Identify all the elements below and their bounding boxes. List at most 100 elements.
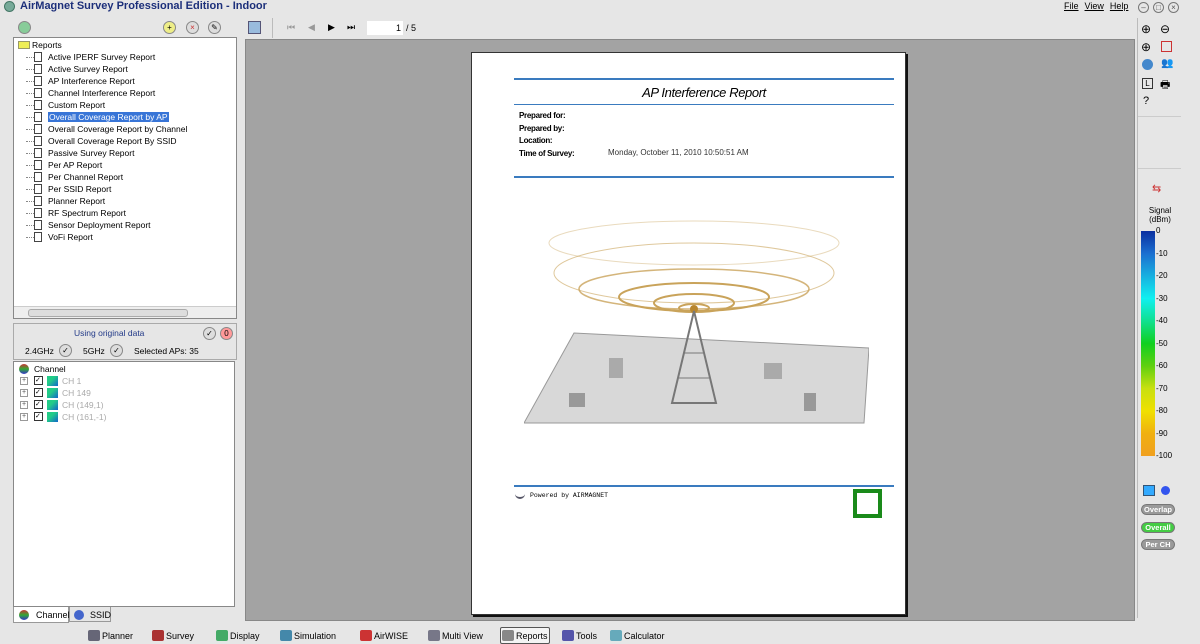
- channel-root[interactable]: Channel: [14, 363, 234, 375]
- taskbar-label: Reports: [516, 631, 548, 641]
- channel-checkbox[interactable]: ✓: [34, 388, 43, 397]
- report-item[interactable]: Overall Coverage Report by AP: [14, 111, 236, 123]
- report-item[interactable]: Overall Coverage Report by Channel: [14, 123, 236, 135]
- report-item[interactable]: Overall Coverage Report By SSID: [14, 135, 236, 147]
- per-ch-button[interactable]: Per CH: [1141, 539, 1175, 550]
- tower-illustration: [524, 213, 869, 428]
- page-number-input[interactable]: 1: [367, 21, 403, 35]
- info-icon[interactable]: [1142, 59, 1153, 70]
- channel-checkbox[interactable]: ✓: [34, 376, 43, 385]
- tree-line: [26, 105, 34, 106]
- horizontal-scrollbar[interactable]: [14, 306, 236, 318]
- report-item[interactable]: Planner Report: [14, 195, 236, 207]
- taskbar-calculator[interactable]: Calculator: [610, 630, 665, 641]
- reports-icon: [502, 630, 514, 641]
- report-item[interactable]: Active IPERF Survey Report: [14, 51, 236, 63]
- band-24-checkbox[interactable]: ✓: [59, 344, 72, 357]
- expand-icon[interactable]: +: [20, 413, 28, 421]
- report-item[interactable]: Active Survey Report: [14, 63, 236, 75]
- report-item[interactable]: Per SSID Report: [14, 183, 236, 195]
- report-item-label: Active IPERF Survey Report: [48, 52, 155, 62]
- help-icon[interactable]: ?: [1143, 95, 1149, 107]
- prev-page-icon[interactable]: ◀: [308, 22, 315, 33]
- tree-line: [26, 153, 34, 154]
- apply-filter-icon[interactable]: ✓: [203, 327, 216, 340]
- taskbar-simulation[interactable]: Simulation: [280, 630, 336, 641]
- last-page-icon[interactable]: ⏭: [347, 22, 355, 33]
- report-item-label: Active Survey Report: [48, 64, 128, 74]
- document-icon: [34, 160, 42, 170]
- legend-icon[interactable]: L: [1142, 78, 1153, 89]
- taskbar-planner[interactable]: Planner: [88, 630, 133, 641]
- channel-label: CH (161,-1): [62, 412, 106, 422]
- document-icon: [34, 148, 42, 158]
- export-icon[interactable]: [248, 21, 261, 34]
- report-field: Prepared by:: [519, 123, 879, 136]
- zoom-fit-icon[interactable]: ⊕: [1141, 40, 1151, 54]
- tree-line: [26, 201, 34, 202]
- zoom-in-icon[interactable]: ⊕: [1141, 22, 1151, 36]
- expand-icon[interactable]: +: [20, 389, 28, 397]
- planner-icon: [88, 630, 100, 641]
- channel-signal-icon: [47, 376, 58, 386]
- refresh-icon[interactable]: [1161, 41, 1172, 52]
- edit-report-icon[interactable]: ✎: [208, 21, 221, 34]
- overall-button[interactable]: Overall: [1141, 522, 1175, 533]
- close-button[interactable]: ×: [1168, 2, 1179, 13]
- channel-tab-icon: [19, 610, 29, 620]
- reports-root[interactable]: Reports: [14, 39, 236, 51]
- expand-icon[interactable]: +: [20, 401, 28, 409]
- maximize-button[interactable]: □: [1153, 2, 1164, 13]
- taskbar-display[interactable]: Display: [216, 630, 260, 641]
- report-item[interactable]: Passive Survey Report: [14, 147, 236, 159]
- menu-view[interactable]: View: [1085, 1, 1104, 11]
- band-24-label: 2.4GHz: [25, 346, 54, 356]
- swap-icon[interactable]: ⇆: [1152, 182, 1161, 195]
- report-item[interactable]: VoFi Report: [14, 231, 236, 243]
- field-label: Time of Survey:: [519, 149, 574, 158]
- channel-item[interactable]: +✓CH (149,1): [14, 399, 234, 411]
- taskbar-multi-view[interactable]: Multi View: [428, 630, 483, 641]
- report-item[interactable]: Channel Interference Report: [14, 87, 236, 99]
- report-item[interactable]: Sensor Deployment Report: [14, 219, 236, 231]
- channel-item[interactable]: + ✓ CH (161,-1): [14, 411, 234, 423]
- report-item[interactable]: Custom Report: [14, 99, 236, 111]
- report-item-label: Passive Survey Report: [48, 148, 134, 158]
- report-field: Prepared for:: [519, 110, 879, 123]
- menu-file[interactable]: File: [1064, 1, 1079, 11]
- taskbar-airwise[interactable]: AirWISE: [360, 630, 408, 641]
- report-item[interactable]: AP Interference Report: [14, 75, 236, 87]
- document-icon: [34, 220, 42, 230]
- channel-checkbox[interactable]: ✓: [34, 412, 43, 421]
- channel-checkbox[interactable]: ✓: [34, 400, 43, 409]
- report-item[interactable]: Per AP Report: [14, 159, 236, 171]
- taskbar: Planner Survey Display Simulation AirWISE Mul…: [0, 626, 1200, 642]
- next-page-icon[interactable]: ▶: [328, 22, 335, 33]
- report-item[interactable]: RF Spectrum Report: [14, 207, 236, 219]
- taskbar-tools[interactable]: Tools: [562, 630, 597, 641]
- floor-view-icon[interactable]: [1143, 485, 1155, 496]
- expand-icon[interactable]: +: [20, 377, 28, 385]
- minimize-button[interactable]: –: [1138, 2, 1149, 13]
- band-5-checkbox[interactable]: ✓: [110, 344, 123, 357]
- taskbar-survey[interactable]: Survey: [152, 630, 194, 641]
- report-item[interactable]: Per Channel Report: [14, 171, 236, 183]
- channel-item[interactable]: +✓CH 1: [14, 375, 234, 387]
- menu-help[interactable]: Help: [1110, 1, 1129, 11]
- menu-bar: File View Help: [1064, 1, 1134, 11]
- users-icon[interactable]: 👥: [1161, 58, 1173, 69]
- taskbar-reports[interactable]: Reports: [500, 627, 550, 644]
- channel-item[interactable]: +✓CH 149: [14, 387, 234, 399]
- report-item-label: Overall Coverage Report by AP: [48, 112, 169, 122]
- first-page-icon[interactable]: ⏮: [287, 22, 295, 33]
- add-report-icon[interactable]: +: [163, 21, 176, 34]
- dot-view-icon[interactable]: [1161, 486, 1170, 495]
- overlap-button[interactable]: Overlap: [1141, 504, 1175, 515]
- scrollbar-thumb[interactable]: [28, 309, 188, 317]
- delete-report-icon[interactable]: ×: [186, 21, 199, 34]
- print-icon[interactable]: 🖶: [1160, 76, 1170, 95]
- divider: [1138, 168, 1181, 169]
- zoom-out-icon[interactable]: ⊖: [1160, 22, 1170, 36]
- reset-filter-icon[interactable]: 0: [220, 327, 233, 340]
- back-icon[interactable]: [18, 21, 31, 34]
